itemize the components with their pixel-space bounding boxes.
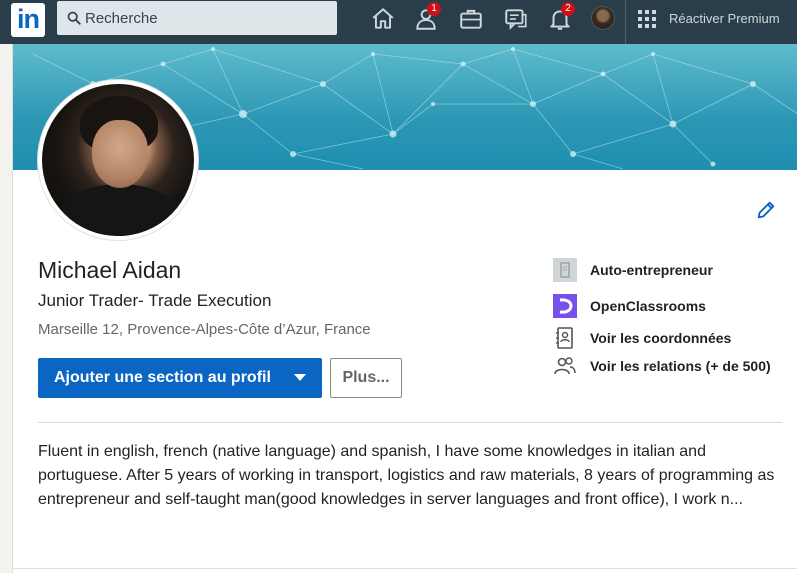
openclassrooms-logo <box>553 294 577 318</box>
search-input[interactable] <box>85 1 330 35</box>
profile-card: Michael Aidan Junior Trader- Trade Execu… <box>12 44 797 573</box>
linkedin-logo[interactable]: in <box>11 3 45 37</box>
nav-home[interactable] <box>370 6 396 32</box>
education-label: OpenClassrooms <box>590 298 706 314</box>
profile-name: Michael Aidan <box>38 257 182 283</box>
nav-notifications[interactable]: 2 <box>547 2 575 32</box>
messaging-icon <box>505 9 527 31</box>
apps-grid-icon[interactable] <box>637 9 657 29</box>
nav-jobs[interactable] <box>458 6 484 32</box>
nav-messaging[interactable] <box>503 6 529 32</box>
more-button[interactable]: Plus... <box>330 358 402 398</box>
search-box[interactable] <box>57 1 337 35</box>
card-bottom-divider <box>13 568 797 569</box>
profile-location: Marseille 12, Provence-Alpes-Côte d’Azur… <box>38 321 371 338</box>
pencil-edit-icon[interactable] <box>755 199 777 221</box>
profile-photo-image <box>42 84 194 236</box>
nav-divider <box>625 0 626 44</box>
network-badge: 1 <box>427 2 441 16</box>
connections-icon <box>554 357 576 375</box>
contact-card-icon <box>556 327 573 349</box>
connections-label: Voir les relations (+ de 500) <box>590 358 771 374</box>
briefcase-icon <box>460 9 482 29</box>
nav-network[interactable]: 1 <box>413 2 441 32</box>
contact-info-label: Voir les coordonnées <box>590 330 732 346</box>
reactivate-premium-link[interactable]: Réactiver Premium <box>669 11 780 26</box>
linkedin-logo-text: in <box>17 4 40 34</box>
top-nav-bar: in 1 <box>0 0 797 44</box>
caret-down-icon[interactable] <box>294 374 306 381</box>
home-icon <box>372 8 394 29</box>
profile-headline: Junior Trader- Trade Execution <box>38 291 272 310</box>
company-icon <box>553 258 577 282</box>
add-profile-section-button[interactable]: Ajouter une section au profil <box>38 358 322 398</box>
search-icon <box>67 11 81 25</box>
company-label: Auto-entrepreneur <box>590 262 713 278</box>
nav-profile-avatar[interactable] <box>591 6 615 30</box>
notifications-badge: 2 <box>561 2 575 16</box>
section-divider <box>38 422 782 423</box>
about-summary[interactable]: Fluent in english, french (native langua… <box>38 440 782 512</box>
profile-photo[interactable] <box>38 80 198 240</box>
